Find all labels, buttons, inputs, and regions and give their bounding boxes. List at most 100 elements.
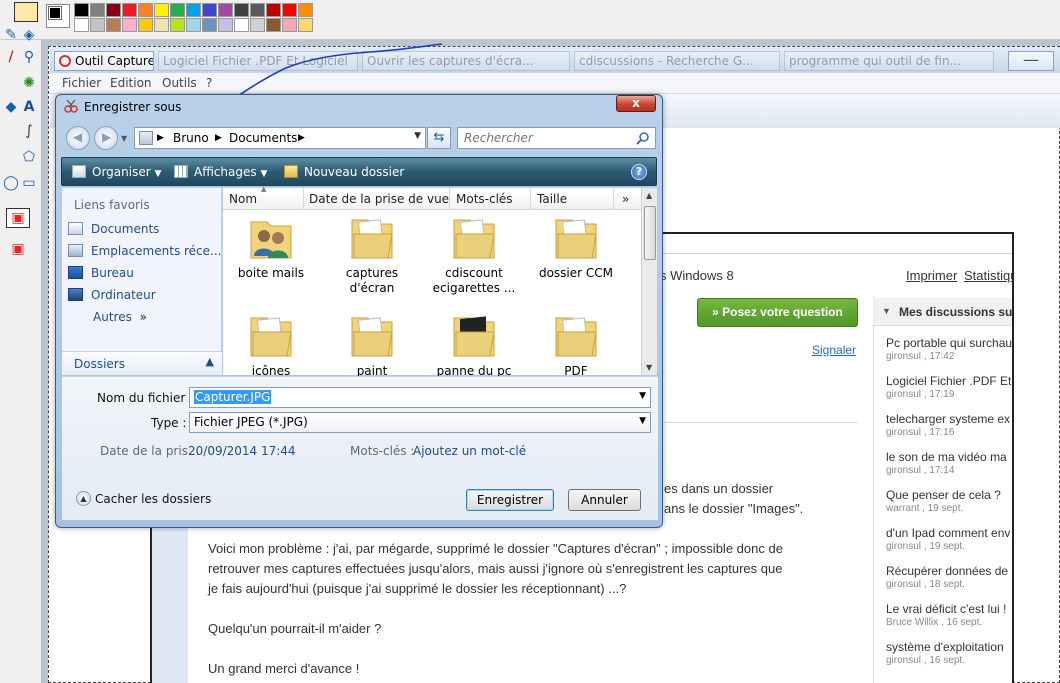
scroll-down-icon[interactable]: ▼ (646, 363, 652, 372)
airbrush-icon[interactable]: ✺ (20, 74, 38, 92)
file-type-select[interactable]: Fichier JPEG (*.JPG) ▼ (189, 412, 651, 433)
organize-menu[interactable]: Organiser ▼ (72, 165, 161, 179)
color-swatch[interactable] (202, 18, 217, 32)
color-swatch[interactable] (170, 18, 185, 32)
brush-icon[interactable]: / (2, 48, 20, 66)
file-item[interactable]: captures d'écran (324, 212, 420, 296)
forward-button[interactable]: ▶ (94, 126, 118, 150)
polygon-icon[interactable]: ⬠ (20, 148, 38, 166)
fill-icon[interactable]: ◈ (20, 26, 38, 44)
discussion-title[interactable]: Que penser de cela ? (886, 488, 1012, 503)
column-date[interactable]: Date de la prise de vue (309, 192, 449, 206)
chevron-right-icon[interactable]: ▶ (298, 133, 305, 143)
date-value[interactable]: 20/09/2014 17:44 (188, 444, 296, 458)
nav-item-desktop[interactable]: Bureau (68, 266, 134, 284)
discussion-item[interactable]: le son de ma vidéo ma gironsul , 17:14 (886, 450, 1012, 476)
rounded-rect-icon[interactable]: ▭ (20, 174, 38, 192)
color-swatch[interactable] (154, 3, 169, 17)
discussion-item[interactable]: système d'exploitation gironsul , 16 sept… (886, 640, 1012, 666)
discussion-title[interactable]: système d'exploitation (886, 640, 1012, 655)
file-item[interactable]: PDF (528, 310, 624, 379)
nav-more[interactable]: Autres » (93, 310, 147, 328)
chevron-down-icon[interactable]: ▼ (639, 391, 646, 401)
fill-style-option-icon[interactable]: ▣ (6, 208, 30, 228)
more-columns-icon[interactable]: » (622, 192, 629, 206)
column-separator[interactable] (613, 188, 614, 210)
nav-item-computer[interactable]: Ordinateur (68, 288, 156, 306)
color-swatch[interactable] (186, 18, 201, 32)
discussion-title[interactable]: le son de ma vidéo ma (886, 450, 1012, 465)
file-item[interactable]: cdiscount ecigarettes ... (426, 212, 522, 296)
ellipse-icon[interactable]: ◯ (2, 174, 20, 192)
discussion-title[interactable]: Pc portable qui surchau (886, 336, 1012, 351)
column-tags[interactable]: Mots-clés (456, 192, 513, 206)
color-swatch[interactable] (298, 3, 313, 17)
color-swatch[interactable] (122, 3, 137, 17)
color-swatch[interactable] (234, 3, 249, 17)
column-size[interactable]: Taille (537, 192, 567, 206)
current-color-indicator[interactable] (46, 4, 70, 28)
discussion-title[interactable]: Récupérer données de (886, 564, 1012, 579)
file-item[interactable]: panne du pc (426, 310, 522, 379)
scroll-thumb[interactable] (644, 206, 656, 260)
color-swatch[interactable] (138, 3, 153, 17)
chevron-down-icon[interactable]: ▼ (639, 416, 646, 426)
discussion-item[interactable]: Pc portable qui surchau gironsul , 17:42 (886, 336, 1012, 362)
stats-link[interactable]: Statistiqu (964, 268, 1012, 283)
color-swatch[interactable] (282, 18, 297, 32)
views-menu[interactable]: Affichages ▼ (174, 165, 267, 179)
eraser-icon[interactable]: ◆ (2, 98, 20, 116)
help-icon[interactable]: ? (631, 164, 647, 180)
color-swatch[interactable] (74, 3, 89, 17)
ask-question-button[interactable]: » Posez votre question (697, 298, 858, 327)
file-item[interactable]: icônes (223, 310, 319, 379)
color-swatch[interactable] (186, 3, 201, 17)
add-tag-link[interactable]: Ajoutez un mot-clé (413, 444, 526, 458)
discussion-title[interactable]: Le vrai déficit c'est lui ! (886, 602, 1012, 617)
color-swatch[interactable] (170, 3, 185, 17)
color-swatch[interactable] (90, 18, 105, 32)
discussion-item[interactable]: Logiciel Fichier .PDF Et gironsul , 17:19 (886, 374, 1012, 400)
fill-style-option-2-icon[interactable]: ▣ (6, 240, 30, 260)
color-swatch[interactable] (122, 18, 137, 32)
chevron-right-icon[interactable]: ▶ (215, 133, 222, 143)
color-swatch[interactable] (250, 18, 265, 32)
folders-toggle[interactable]: Dossiers ▲ (62, 351, 222, 375)
save-button[interactable]: Enregistrer (466, 489, 554, 511)
color-swatch[interactable] (298, 18, 313, 32)
discussion-title[interactable]: d'un Ipad comment env (886, 526, 1012, 541)
breadcrumb-documents[interactable]: Documents (229, 131, 297, 145)
discussion-title[interactable]: telecharger systeme ex (886, 412, 1012, 427)
address-bar[interactable]: ▶ Bruno ▶ Documents ▶ ▼ (134, 127, 426, 149)
breadcrumb-bruno[interactable]: Bruno (173, 131, 209, 145)
pencil-icon[interactable]: ✎ (2, 26, 20, 44)
chevron-up-icon[interactable]: ▲ (76, 491, 91, 506)
discussion-item[interactable]: Récupérer données de gironsul , 18 sept. (886, 564, 1012, 590)
color-swatch[interactable] (218, 18, 233, 32)
discussion-title[interactable]: Logiciel Fichier .PDF Et (886, 374, 1012, 389)
color-swatch[interactable] (74, 18, 89, 32)
color-swatch[interactable] (218, 3, 233, 17)
color-swatch[interactable] (138, 18, 153, 32)
color-swatch[interactable] (266, 18, 281, 32)
color-swatch[interactable] (234, 18, 249, 32)
file-item[interactable]: paint (324, 310, 420, 379)
back-button[interactable]: ◀ (66, 126, 90, 150)
nav-item-recent[interactable]: Emplacements réce... (68, 244, 221, 262)
column-separator[interactable] (303, 188, 304, 210)
column-separator[interactable] (449, 188, 450, 210)
hide-folders-toggle[interactable]: Cacher les dossiers (95, 492, 211, 506)
scroll-up-icon[interactable]: ▲ (646, 191, 652, 200)
color-swatch[interactable] (266, 3, 281, 17)
column-name[interactable]: Nom (229, 192, 257, 206)
discussion-item[interactable]: telecharger systeme ex gironsul , 17:16 (886, 412, 1012, 438)
discussion-item[interactable]: Le vrai déficit c'est lui ! Bruce Willix … (886, 602, 1012, 628)
color-swatch[interactable] (106, 3, 121, 17)
curve-icon[interactable]: ∫ (20, 122, 38, 140)
select-tool-button[interactable] (14, 2, 38, 22)
column-separator[interactable] (530, 188, 531, 210)
file-item[interactable]: boite mails (223, 212, 319, 281)
history-dropdown-icon[interactable]: ▼ (121, 134, 127, 143)
color-swatch[interactable] (154, 18, 169, 32)
discussion-item[interactable]: Que penser de cela ? warrant , 19 sept. (886, 488, 1012, 514)
